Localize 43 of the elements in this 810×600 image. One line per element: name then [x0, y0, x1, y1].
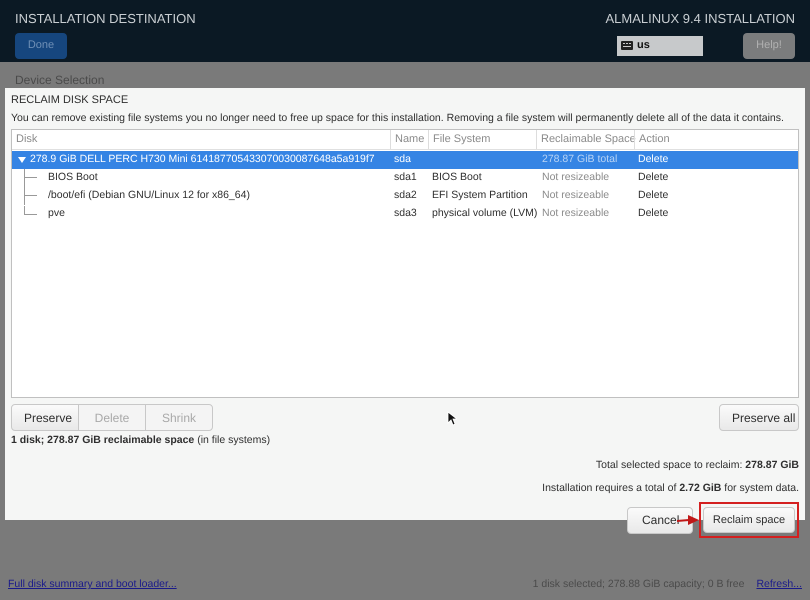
- disk-summary-link[interactable]: Full disk summary and boot loader...: [8, 577, 177, 593]
- reclaimable-cell: Not resizeable: [542, 189, 610, 202]
- reclaimable-cell: Not resizeable: [542, 171, 610, 184]
- keyboard-layout-text: us: [637, 38, 650, 54]
- action-cell: Delete: [638, 207, 668, 220]
- name-cell: sda3: [394, 207, 417, 220]
- disk-cell-text: 278.9 GiB DELL PERC H730 Mini 614187705433070030087648a5a919f7: [30, 152, 375, 168]
- file-system-cell: EFI System Partition: [432, 189, 528, 202]
- file-system-cell: BIOS Boot: [432, 171, 482, 184]
- preserve-button[interactable]: Preserve: [11, 404, 79, 431]
- reclaimable-cell: 278.87 GiB total: [542, 153, 618, 166]
- preserve-all-button[interactable]: Preserve all: [719, 404, 799, 431]
- cancel-button[interactable]: Cancel: [627, 506, 693, 534]
- reclaim-space-button[interactable]: Reclaim space: [699, 502, 799, 538]
- action-cell: Delete: [638, 171, 668, 184]
- table-row[interactable]: BIOS Boot sda1 BIOS Boot Not resizeable Delete: [12, 169, 798, 187]
- dialog-description: You can remove existing file systems you no longer need to free up space for this installation. Removing a file system will permanently delete all of the data it contains.: [11, 112, 785, 125]
- table-row[interactable]: pve sda3 physical volume (LVM) Not resizeable Delete: [12, 205, 798, 223]
- action-cell: Delete: [638, 189, 668, 202]
- table-row[interactable]: /boot/efi (Debian GNU/Linux 12 for x86_64) sda2 EFI System Partition Not resizeable Delete: [12, 187, 798, 205]
- product-title: ALMALINUX 9.4 INSTALLATION: [605, 10, 795, 28]
- refresh-link[interactable]: Refresh...: [756, 577, 802, 593]
- column-header[interactable]: Disk: [16, 131, 38, 148]
- name-cell: sda: [394, 153, 411, 166]
- total-reclaim-text: Total selected space to reclaim: 278.87 GiB: [596, 458, 799, 473]
- page-title: INSTALLATION DESTINATION: [15, 10, 196, 28]
- column-header[interactable]: Reclaimable Space: [541, 131, 636, 148]
- name-cell: sda2: [394, 189, 417, 202]
- column-header[interactable]: Name: [395, 131, 424, 148]
- name-cell: sda1: [394, 171, 417, 184]
- action-cell: Delete: [638, 153, 668, 166]
- column-header[interactable]: File System: [433, 131, 490, 148]
- keyboard-layout-field[interactable]: us: [617, 36, 703, 56]
- reclaimable-cell: Not resizeable: [542, 207, 610, 220]
- disk-cell-text: /boot/efi (Debian GNU/Linux 12 for x86_64): [48, 188, 250, 204]
- disk-cell-text: BIOS Boot: [48, 170, 98, 186]
- column-header[interactable]: Action: [639, 131, 670, 148]
- file-system-cell: physical volume (LVM): [432, 207, 538, 220]
- table-row[interactable]: 278.9 GiB DELL PERC H730 Mini 614187705433070030087648a5a919f7 sda 278.87 GiB total Delete: [12, 151, 798, 169]
- requirement-text: Installation requires a total of 2.72 GiB for system data.: [542, 480, 799, 496]
- dialog-title: RECLAIM DISK SPACE: [11, 93, 130, 107]
- reclaim-summary: 1 disk; 278.87 GiB reclaimable space (in file systems): [11, 433, 272, 448]
- disk-cell-text: pve: [48, 206, 65, 222]
